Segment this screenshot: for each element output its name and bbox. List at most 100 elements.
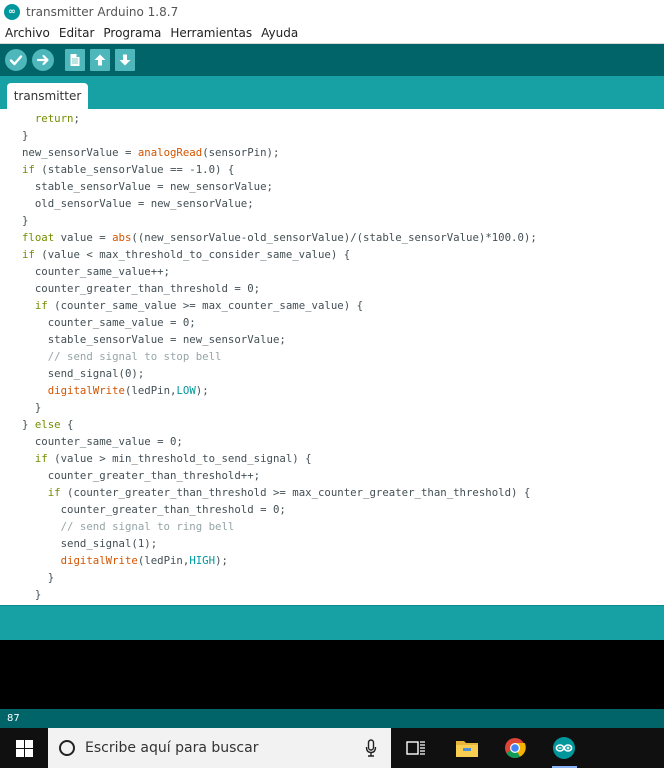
code-line[interactable]: counter_same_value++; [22,263,537,280]
arduino-taskbar-button[interactable] [552,736,576,760]
code-token: counter_greater_than_threshold = 0; [22,282,261,295]
code-line[interactable]: send_signal(0); [22,365,537,382]
code-line[interactable]: if (value < max_threshold_to_consider_sa… [22,246,537,263]
task-view-icon [406,741,425,755]
code-line[interactable]: // send signal to ring bell [22,518,537,535]
code-token: digitalWrite [60,554,138,567]
code-token: ((new_sensorValue-old_sensorValue)/(stab… [131,231,537,244]
code-token: counter_same_value = 0; [22,435,183,448]
code-token: stable_sensorValue = new_sensorValue; [22,333,286,346]
code-token: if [47,486,61,499]
code-line[interactable]: stable_sensorValue = new_sensorValue; [22,178,537,195]
code-line[interactable]: old_sensorValue = new_sensorValue; [22,195,537,212]
code-token: ); [195,384,209,397]
menu-ayuda[interactable]: Ayuda [256,26,302,40]
code-token: if [34,299,48,312]
code-line[interactable]: } [22,127,537,144]
menu-programa[interactable]: Programa [98,26,165,40]
verify-button[interactable] [5,49,27,71]
code-token: value = [54,231,113,244]
code-token: } [22,401,42,414]
code-line[interactable]: } else { [22,416,537,433]
code-line[interactable]: return; [22,110,537,127]
code-token: HIGH [189,554,216,567]
code-token: // send signal to stop bell [22,350,222,363]
console-output[interactable] [0,640,664,709]
code-line[interactable]: stable_sensorValue = new_sensorValue; [22,331,537,348]
title-bar: ∞ transmitter Arduino 1.8.7 [0,0,664,23]
code-token: (counter_greater_than_threshold >= max_c… [60,486,531,499]
search-box[interactable]: Escribe aquí para buscar [48,728,391,768]
code-editor[interactable]: return;} new_sensorValue = analogRead(sen… [0,109,664,605]
code-line[interactable]: } [22,586,537,603]
code-token: send_signal(1); [22,537,158,550]
code-line[interactable]: } [22,569,537,586]
menu-editar[interactable]: Editar [54,26,99,40]
new-sketch-button[interactable] [65,49,85,71]
upload-button[interactable] [32,49,54,71]
search-placeholder: Escribe aquí para buscar [85,740,259,756]
code-line[interactable]: } [22,399,537,416]
code-text[interactable]: return;} new_sensorValue = analogRead(sen… [22,110,537,603]
taskbar: Escribe aquí para buscar [0,728,664,768]
code-line[interactable]: new_sensorValue = analogRead(sensorPin); [22,144,537,161]
save-sketch-button[interactable] [115,49,135,71]
code-line[interactable]: counter_greater_than_threshold = 0; [22,280,537,297]
code-token: (ledPin, [124,384,177,397]
code-token: float [22,231,55,244]
code-token: (sensorPin); [202,146,280,159]
upload-icon [36,54,49,66]
code-line[interactable]: send_signal(1); [22,535,537,552]
microphone-icon[interactable] [365,739,377,757]
code-line[interactable]: } [22,212,537,229]
code-line[interactable]: counter_same_value = 0; [22,433,537,450]
code-token: abs [112,231,132,244]
code-line[interactable]: if (counter_same_value >= max_counter_sa… [22,297,537,314]
code-line[interactable]: if (value > min_threshold_to_send_signal… [22,450,537,467]
code-line[interactable]: if (counter_greater_than_threshold >= ma… [22,484,537,501]
code-token: digitalWrite [47,384,125,397]
window-title: transmitter Arduino 1.8.7 [26,4,179,19]
chrome-button[interactable] [503,736,527,760]
save-icon [119,54,131,66]
code-token: (value < max_threshold_to_consider_same_… [34,248,351,261]
windows-icon [15,739,33,757]
code-token: analogRead [137,146,203,159]
task-view-button[interactable] [404,736,428,760]
code-line[interactable]: digitalWrite(ledPin,HIGH); [22,552,537,569]
code-line[interactable]: float value = abs((new_sensorValue-old_s… [22,229,537,246]
menu-archivo[interactable]: Archivo [0,26,54,40]
code-token: if [34,452,48,465]
menu-bar: Archivo Editar Programa Herramientas Ayu… [0,23,664,44]
code-line[interactable]: digitalWrite(ledPin,LOW); [22,382,537,399]
code-token: } [22,588,42,601]
cortana-icon [59,740,75,756]
start-button[interactable] [0,728,48,768]
code-line[interactable]: counter_greater_than_threshold++; [22,467,537,484]
code-token: (stable_sensorValue == -1.0) { [34,163,235,176]
open-sketch-button[interactable] [90,49,110,71]
code-line[interactable]: counter_greater_than_threshold = 0; [22,501,537,518]
code-token: (value > min_threshold_to_send_signal) { [47,452,312,465]
code-token: stable_sensorValue = new_sensorValue; [22,180,273,193]
code-token: counter_greater_than_threshold = 0; [22,503,286,516]
tab-transmitter[interactable]: transmitter [7,83,88,109]
code-line[interactable]: counter_same_value = 0; [22,314,537,331]
code-line[interactable]: // send signal to stop bell [22,348,537,365]
tab-strip: transmitter [0,76,664,109]
toolbar [0,44,664,76]
code-token: counter_same_value++; [22,265,170,278]
file-explorer-button[interactable] [455,736,479,760]
code-token: new_sensorValue = [22,146,138,159]
tab-label: transmitter [13,89,82,103]
arduino-icon [553,737,575,759]
code-token: } [22,129,29,142]
menu-herramientas[interactable]: Herramientas [165,26,256,40]
code-token: old_sensorValue = new_sensorValue; [22,197,254,210]
code-token: return [34,112,74,125]
code-line[interactable]: if (stable_sensorValue == -1.0) { [22,161,537,178]
